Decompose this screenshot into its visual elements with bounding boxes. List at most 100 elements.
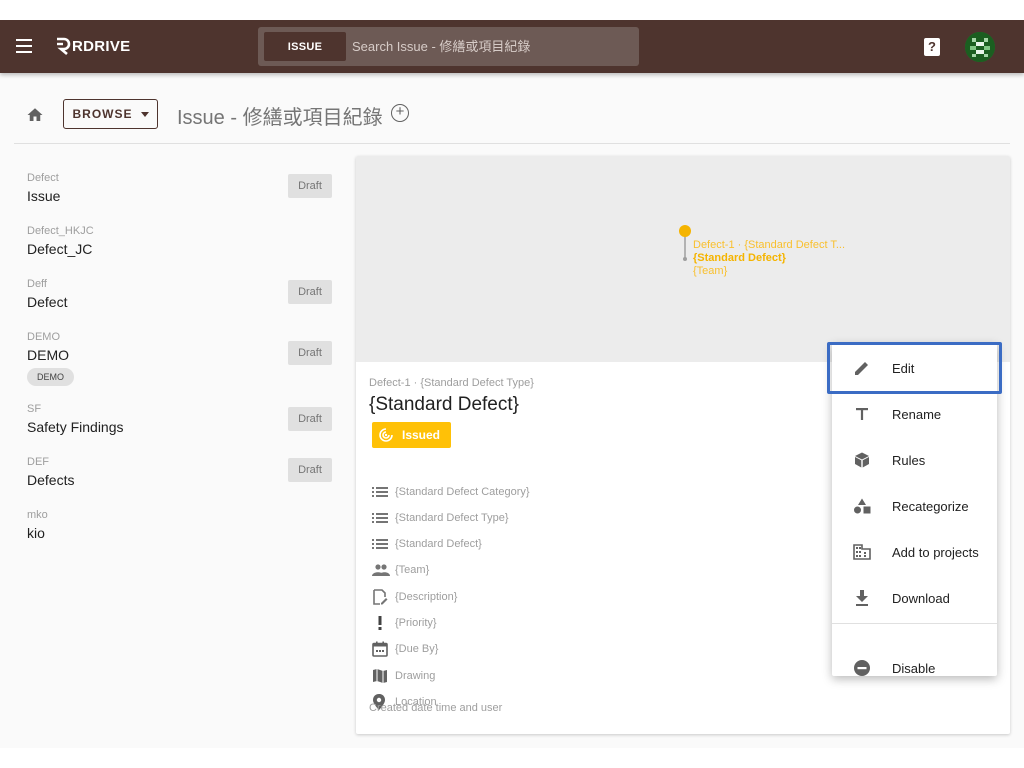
list-item-code: Defect [27, 172, 59, 184]
search-scope-chip[interactable]: ISSUE [264, 32, 346, 61]
menu-item-label: Add to projects [892, 544, 979, 560]
field-row: Drawing [372, 667, 435, 685]
search-input[interactable] [352, 32, 632, 61]
list-icon [372, 483, 392, 501]
list-item-code: DEF [27, 456, 49, 468]
logo-text: RDRIVE [72, 37, 131, 55]
menu-item-disable[interactable]: Disable [832, 645, 997, 691]
list-item-tag: DEMO [27, 368, 74, 386]
priority-icon [372, 614, 392, 632]
list-item-code: SF [27, 403, 42, 415]
list-item-name: DEMO [27, 347, 69, 363]
list-item-name: kio [27, 525, 45, 541]
map-pin-line-1: Defect-1 · {Standard Defect T... [693, 239, 846, 251]
issue-title: {Standard Defect} [369, 394, 519, 415]
map-pin-icon[interactable] [678, 224, 692, 264]
draft-badge: Draft [288, 174, 332, 198]
draft-badge: Draft [288, 280, 332, 304]
user-avatar[interactable] [965, 32, 995, 62]
list-icon [372, 535, 392, 553]
caret-down-icon [140, 111, 149, 117]
field-row: {Standard Defect Type} [372, 509, 509, 527]
menu-item-label: Rules [892, 452, 926, 468]
avatar-pattern-icon [965, 32, 995, 62]
created-info: Created date time and user [369, 702, 503, 714]
page-title: Issue - 修繕或項目紀錄 [177, 107, 383, 129]
add-circle-icon[interactable]: + [391, 104, 409, 122]
drawing-map-preview[interactable]: Defect-1 · {Standard Defect T... {Standa… [356, 156, 1010, 362]
field-text: {Standard Defect Category} [395, 486, 530, 498]
list-icon [372, 509, 392, 527]
help-icon[interactable]: ? [924, 38, 940, 56]
list-item-name: Safety Findings [27, 419, 124, 435]
menu-item-edit[interactable]: Edit [832, 345, 997, 391]
status-label: Issued [402, 428, 441, 442]
list-item-code: Defect_HKJC [27, 225, 94, 237]
field-text: {Team} [395, 564, 430, 576]
menu-item-label: Download [892, 590, 950, 606]
list-item-code: Deff [27, 278, 47, 290]
issue-subtitle: Defect-1 · {Standard Defect Type} [369, 377, 534, 389]
field-text: {Due By} [395, 643, 439, 655]
status-icon [379, 428, 393, 442]
field-text: {Standard Defect} [395, 538, 482, 550]
list-item-code: mko [27, 509, 48, 521]
page-toolbar: BROWSE Issue - 修繕或項目紀錄 + [14, 92, 1010, 144]
context-menu: Edit Rename Rules Recategorize Add to pr… [832, 343, 997, 676]
logo-mark-icon [57, 37, 71, 55]
menu-item-label: Disable [892, 660, 936, 676]
menu-item-recategorize[interactable]: Recategorize [832, 483, 997, 529]
list-item[interactable]: SF Safety Findings Draft [14, 403, 344, 447]
map-pin-line-3: {Team} [693, 265, 728, 277]
list-item[interactable]: DEF Defects Draft [14, 456, 344, 500]
hamburger-menu-icon[interactable] [16, 39, 32, 53]
list-item[interactable]: Deff Defect Draft [14, 278, 344, 322]
text-icon [852, 404, 872, 424]
calendar-icon [372, 640, 392, 658]
map-pin-line-2: {Standard Defect} [693, 252, 786, 264]
draft-badge: Draft [288, 341, 332, 365]
top-app-bar: RDRIVE ISSUE ? [0, 20, 1024, 73]
pencil-icon [852, 358, 872, 378]
home-icon[interactable] [26, 106, 44, 124]
app-logo[interactable]: RDRIVE [55, 35, 130, 57]
field-text: {Description} [395, 591, 458, 603]
browse-button[interactable]: BROWSE [63, 99, 158, 129]
global-search: ISSUE [258, 27, 639, 66]
menu-item-add-to-projects[interactable]: Add to projects [832, 529, 997, 575]
app-frame: RDRIVE ISSUE ? BROWSE Issue - 修繕或項目紀錄 + [0, 20, 1024, 748]
list-item-code: DEMO [27, 331, 60, 343]
list-item-name: Issue [27, 188, 61, 204]
minus-circle-icon [852, 658, 872, 678]
field-row: {Description} [372, 588, 457, 606]
field-row: {Team} [372, 561, 429, 579]
list-item[interactable]: mko kio [14, 509, 344, 553]
field-row: {Standard Defect} [372, 535, 482, 553]
description-icon [372, 588, 392, 606]
draft-badge: Draft [288, 407, 332, 431]
menu-item-label: Edit [892, 360, 915, 376]
menu-divider [832, 623, 997, 624]
field-text: Drawing [395, 670, 436, 682]
field-text: {Priority} [395, 617, 437, 629]
list-item-name: Defects [27, 472, 75, 488]
field-row: {Standard Defect Category} [372, 483, 530, 501]
field-row: {Due By} [372, 640, 438, 658]
list-item-name: Defect_JC [27, 241, 93, 257]
menu-item-rename[interactable]: Rename [832, 391, 997, 437]
list-item[interactable]: Defect_HKJC Defect_JC [14, 225, 344, 269]
field-text: {Standard Defect Type} [395, 512, 509, 524]
draft-badge: Draft [288, 458, 332, 482]
status-badge[interactable]: Issued [372, 422, 451, 448]
list-item[interactable]: DEMO DEMO Draft DEMO [14, 331, 344, 391]
browse-button-label: BROWSE [72, 107, 133, 121]
menu-item-download[interactable]: Download [832, 575, 997, 621]
list-item[interactable]: Defect Issue Draft [14, 172, 344, 216]
menu-item-rules[interactable]: Rules [832, 437, 997, 483]
list-item-name: Defect [27, 294, 68, 310]
menu-item-label: Rename [892, 406, 942, 422]
field-row: {Priority} [372, 614, 437, 632]
download-icon [852, 588, 872, 608]
map-pin-label: Defect-1 · {Standard Defect T... {Standa… [693, 239, 845, 278]
map-icon [372, 667, 392, 685]
